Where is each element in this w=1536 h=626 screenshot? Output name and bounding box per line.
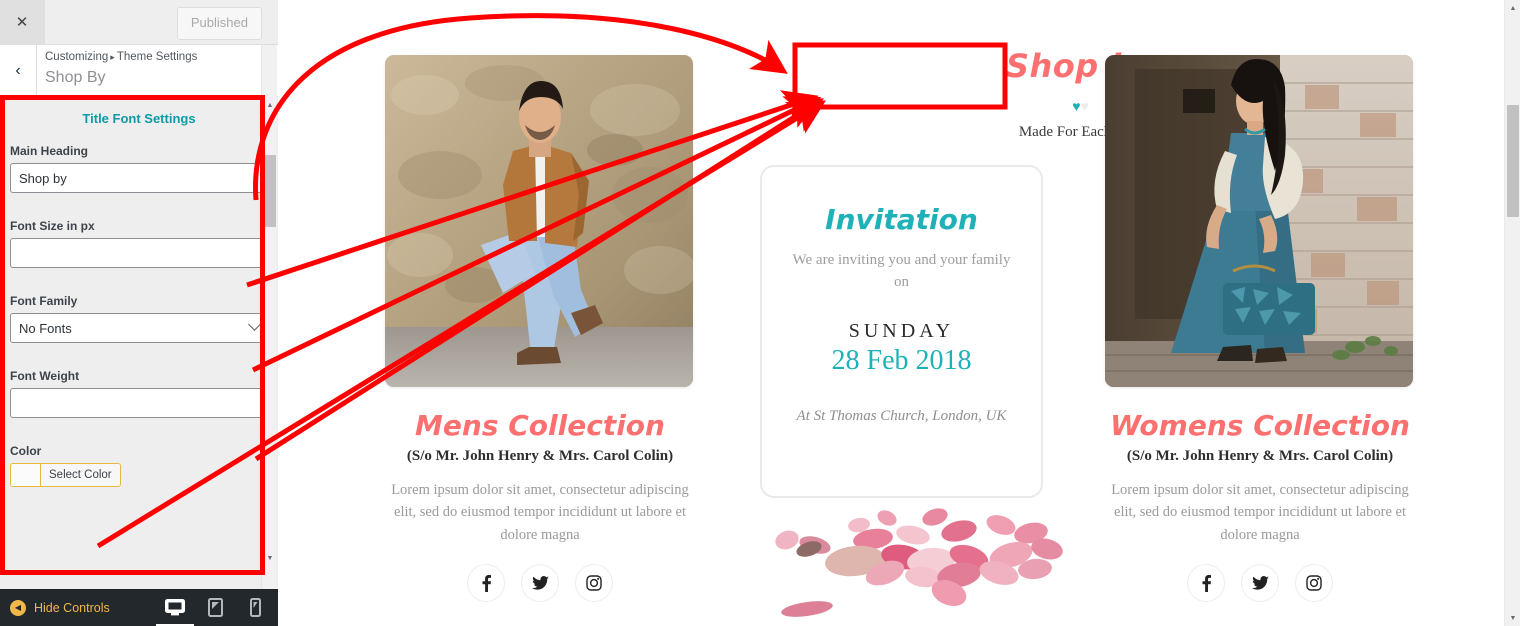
invitation-day: SUNDAY	[848, 319, 955, 342]
tablet-icon	[207, 598, 223, 617]
desktop-icon	[165, 598, 185, 615]
customizer-panel-header: ‹ Customizing ▸ Theme Settings Shop By	[0, 45, 278, 97]
section-title-title-font-settings: Title Font Settings	[82, 111, 196, 126]
invitation-card: Invitation We are inviting you and your …	[760, 165, 1043, 498]
label-main-heading: Main Heading	[10, 144, 89, 158]
mens-collection-column: Mens Collection (S/o Mr. John Henry & Mr…	[385, 55, 695, 603]
customizer-sidebar: ✕ Published ‹ Customizing ▸ Theme Settings…	[0, 0, 278, 626]
womens-collection-title: Womens Collection	[1105, 409, 1415, 442]
select-color-button[interactable]: Select Color	[10, 463, 121, 487]
preview-scrollbar-thumb[interactable]	[1507, 105, 1519, 217]
womens-title-bold: Womens	[1110, 409, 1244, 442]
close-icon[interactable]: ✕	[0, 0, 45, 45]
instagram-icon	[1306, 575, 1322, 592]
womens-social-links	[1105, 564, 1415, 603]
womens-collection-column: Womens Collection (S/o Mr. John Henry & …	[1105, 55, 1415, 603]
womens-subtitle: (S/o Mr. John Henry & Mrs. Carol Colin)	[1126, 448, 1394, 464]
field-main-heading: Main Heading	[0, 144, 278, 193]
screen: Shop by ♥♥ Made For Eachother Mens Colle…	[0, 0, 1536, 626]
font-family-select-wrap: No Fonts	[10, 313, 268, 343]
sidebar-scrollbar-thumb[interactable]	[264, 155, 276, 227]
sidebar-scroll-down-arrow[interactable]: ▼	[262, 550, 278, 566]
hide-controls-label: Hide Controls	[34, 601, 110, 615]
womens-title-light: Collection	[1253, 409, 1410, 442]
device-mobile-button[interactable]	[244, 597, 266, 619]
customizer-footer: ◀ Hide Controls	[0, 589, 278, 626]
breadcrumb-root[interactable]: Customizing	[45, 51, 108, 63]
label-font-size: Font Size in px	[10, 219, 95, 233]
instagram-link[interactable]	[575, 564, 613, 603]
twitter-link[interactable]	[1241, 564, 1279, 603]
field-color: Color Select Color	[0, 444, 278, 491]
invitation-lead: We are inviting you and your family on	[792, 252, 1011, 290]
mens-social-links	[385, 564, 695, 603]
panel-title: Shop By	[45, 68, 106, 86]
field-font-size: Font Size in px	[0, 219, 278, 268]
font-size-input[interactable]	[10, 238, 268, 268]
publish-button[interactable]: Published	[176, 7, 262, 40]
main-heading-input[interactable]	[10, 163, 268, 193]
twitter-icon	[1251, 576, 1269, 591]
label-font-weight: Font Weight	[10, 369, 80, 383]
invitation-title: Invitation	[825, 203, 978, 236]
facebook-link[interactable]	[1187, 564, 1225, 603]
color-swatch	[11, 464, 41, 486]
preview-scrollbar[interactable]: ▲ ▼	[1504, 0, 1520, 626]
heart-icon-gray: ♥	[1080, 98, 1089, 114]
breadcrumb: Customizing ▸ Theme Settings	[45, 50, 197, 66]
instagram-icon	[586, 575, 602, 592]
hide-controls-button[interactable]: ◀ Hide Controls	[0, 600, 110, 616]
mens-title-light: Collection	[508, 409, 665, 442]
preview-scroll-down-arrow[interactable]: ▼	[1505, 610, 1520, 626]
field-font-weight: Font Weight	[0, 369, 278, 418]
sidebar-scroll-up-arrow[interactable]: ▲	[262, 97, 278, 113]
twitter-link[interactable]	[521, 564, 559, 603]
device-preview-switcher	[156, 589, 266, 626]
facebook-icon	[1202, 574, 1211, 592]
rose-petals-image	[763, 505, 1063, 626]
breadcrumb-section[interactable]: Theme Settings	[117, 51, 198, 63]
mens-description: Lorem ipsum dolor sit amet, consectetur …	[391, 482, 689, 543]
preview-page: Shop by ♥♥ Made For Eachother Mens Colle…	[278, 0, 1504, 626]
invitation-date: 28 Feb 2018	[831, 344, 972, 376]
font-family-select[interactable]: No Fonts	[10, 313, 268, 343]
womens-description: Lorem ipsum dolor sit amet, consectetur …	[1111, 482, 1409, 543]
mobile-icon	[249, 598, 261, 617]
label-color: Color	[10, 444, 42, 458]
mens-collection-title: Mens Collection	[385, 409, 695, 442]
facebook-icon	[482, 574, 491, 592]
womens-photo	[1105, 55, 1413, 387]
preview-scroll-up-arrow[interactable]: ▲	[1505, 0, 1520, 16]
invitation-venue: At St Thomas Church, London, UK	[796, 407, 1007, 424]
label-font-family: Font Family	[10, 294, 78, 308]
mens-title-bold: Mens	[415, 409, 499, 442]
mens-subtitle: (S/o Mr. John Henry & Mrs. Carol Colin)	[406, 448, 674, 464]
customizer-controls: Title Font Settings Main Heading Font Si…	[0, 97, 278, 589]
customizer-topbar: ✕ Published	[0, 0, 278, 45]
heart-icon-teal: ♥	[1072, 98, 1081, 114]
select-color-label: Select Color	[41, 464, 120, 486]
back-chevron-icon[interactable]: ‹	[0, 45, 37, 96]
font-weight-input[interactable]	[10, 388, 268, 418]
field-font-family: Font Family No Fonts	[0, 294, 278, 343]
collapse-arrow-icon: ◀	[10, 600, 26, 616]
twitter-icon	[531, 576, 549, 591]
preview-frame: Shop by ♥♥ Made For Eachother Mens Colle…	[278, 0, 1520, 626]
mens-photo	[385, 55, 693, 387]
device-tablet-button[interactable]	[204, 597, 226, 619]
breadcrumb-separator-icon: ▸	[110, 52, 115, 62]
instagram-link[interactable]	[1295, 564, 1333, 603]
sidebar-scrollbar[interactable]: ▲ ▼	[261, 45, 277, 589]
panel-heading-group: Customizing ▸ Theme Settings Shop By	[37, 45, 197, 96]
device-desktop-button[interactable]	[156, 597, 194, 626]
facebook-link[interactable]	[467, 564, 505, 603]
